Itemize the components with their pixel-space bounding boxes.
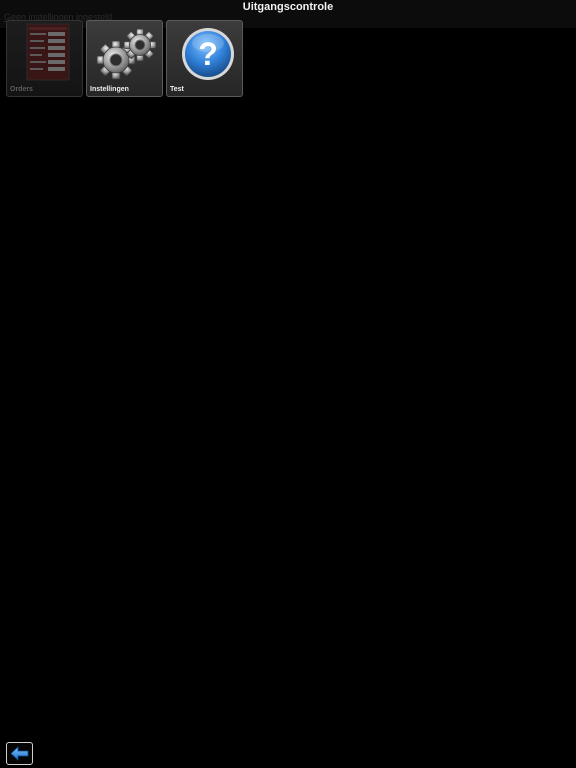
svg-text:?: ? bbox=[198, 36, 218, 72]
tile-orders[interactable]: Orders bbox=[6, 20, 83, 97]
back-button[interactable] bbox=[6, 742, 33, 765]
app-screen: Geen instellingen ingesteld Uitgangscont… bbox=[0, 0, 576, 768]
tile-grid: Orders Instellingen ? Test bbox=[6, 20, 243, 97]
tile-label: Test bbox=[170, 86, 184, 93]
page-title: Uitgangscontrole bbox=[242, 1, 334, 13]
tile-label: Orders bbox=[10, 86, 33, 93]
tile-test[interactable]: ? Test bbox=[166, 20, 243, 97]
tile-instellingen[interactable]: Instellingen bbox=[86, 20, 163, 97]
tile-label: Instellingen bbox=[90, 86, 129, 93]
arrow-left-icon bbox=[10, 746, 29, 761]
